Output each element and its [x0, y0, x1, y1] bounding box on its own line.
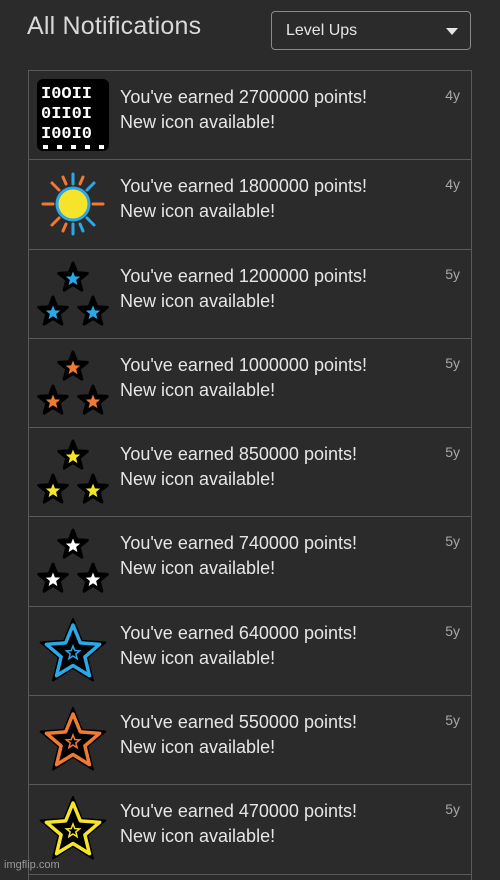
notification-subtitle: New icon available! [120, 558, 276, 579]
three-stars-white-icon [37, 525, 109, 597]
notification-subtitle: New icon available! [120, 469, 276, 490]
watermark: imgflip.com [4, 859, 60, 871]
notification-age: 5y [445, 265, 460, 282]
notification-subtitle: New icon available! [120, 112, 276, 132]
notification-message: You've earned 550000 points! New icon av… [120, 710, 357, 760]
notification-message: You've earned 850000 points! New icon av… [120, 442, 357, 492]
svg-text:I0OII: I0OII [41, 85, 92, 104]
notification-age: 5y [445, 712, 460, 729]
notification-item[interactable]: You've earned 740000 points! New icon av… [29, 517, 471, 607]
notification-message: You've earned 1800000 points! New icon a… [120, 174, 367, 224]
notification-title: You've earned 740000 points! [120, 533, 357, 554]
notification-subtitle: New icon available! [120, 201, 276, 222]
notification-item[interactable]: You've earned 550000 points! New icon av… [29, 696, 471, 786]
big-star-yellow-icon [37, 793, 109, 865]
notification-title: You've earned 640000 points! [120, 622, 357, 643]
notification-item[interactable]: You've earned 640000 points! New icon av… [29, 607, 471, 697]
notification-item[interactable]: You've earned 1800000 points! New icon a… [29, 160, 471, 250]
three-stars-blue-icon [37, 258, 109, 330]
notification-subtitle: New icon available! [120, 826, 276, 847]
sun-icon [37, 168, 109, 240]
binary-icon: I0OII 0II0I I00I0 [37, 79, 109, 151]
notification-title: You've earned 2700000 points! [120, 87, 367, 107]
notification-subtitle: New icon available! [120, 379, 276, 400]
notification-age: 4y [445, 176, 460, 193]
notification-title: You've earned 1800000 points! [120, 176, 367, 197]
notification-subtitle: New icon available! [120, 737, 276, 758]
notification-item[interactable]: You've earned 850000 points! New icon av… [29, 428, 471, 518]
notification-message: You've earned 1000000 points! New icon a… [120, 353, 367, 403]
notification-age: 5y [445, 801, 460, 818]
notification-age: 4y [445, 87, 460, 103]
notification-title: You've earned 850000 points! [120, 444, 357, 465]
notification-item[interactable]: I0OII 0II0I I00I0 You've earned 2700000 … [29, 71, 471, 161]
big-star-blue-icon [37, 615, 109, 687]
notification-item[interactable]: You've earned 1000000 points! New icon a… [29, 339, 471, 429]
notification-title: You've earned 550000 points! [120, 712, 357, 733]
notification-subtitle: New icon available! [120, 290, 276, 311]
three-stars-yellow-icon [37, 436, 109, 508]
notification-age: 5y [445, 444, 460, 461]
notification-age: 5y [445, 354, 460, 371]
notification-age: 5y [445, 622, 460, 639]
notification-item[interactable]: You've earned 470000 points! New icon av… [29, 785, 471, 875]
svg-text:I00I0: I00I0 [41, 125, 92, 144]
chevron-down-icon[interactable] [446, 28, 458, 35]
notification-subtitle: New icon available! [120, 647, 276, 668]
notification-title: You've earned 470000 points! [120, 801, 357, 822]
notification-age: 5y [445, 533, 460, 550]
notification-title: You've earned 1000000 points! [120, 354, 367, 375]
notification-message: You've earned 2700000 points! New icon a… [120, 85, 367, 135]
notification-list: I0OII 0II0I I00I0 You've earned 2700000 … [28, 70, 472, 880]
svg-text:0II0I: 0II0I [41, 105, 92, 124]
header: All Notifications Level Ups [0, 0, 500, 64]
notification-filter-select[interactable]: Level Ups [271, 11, 471, 50]
big-star-orange-icon [37, 704, 109, 776]
notification-item[interactable]: You've earned 1200000 points! New icon a… [29, 250, 471, 339]
notification-message: You've earned 470000 points! New icon av… [120, 799, 357, 849]
notification-title: You've earned 1200000 points! [120, 265, 367, 286]
notification-message: You've earned 640000 points! New icon av… [120, 621, 357, 671]
filter-selected-value: Level Ups [286, 22, 358, 39]
notification-message: You've earned 1200000 points! New icon a… [120, 264, 367, 314]
three-stars-orange-icon [37, 347, 109, 419]
notification-message: You've earned 740000 points! New icon av… [120, 531, 357, 581]
page-title: All Notifications [27, 12, 202, 40]
